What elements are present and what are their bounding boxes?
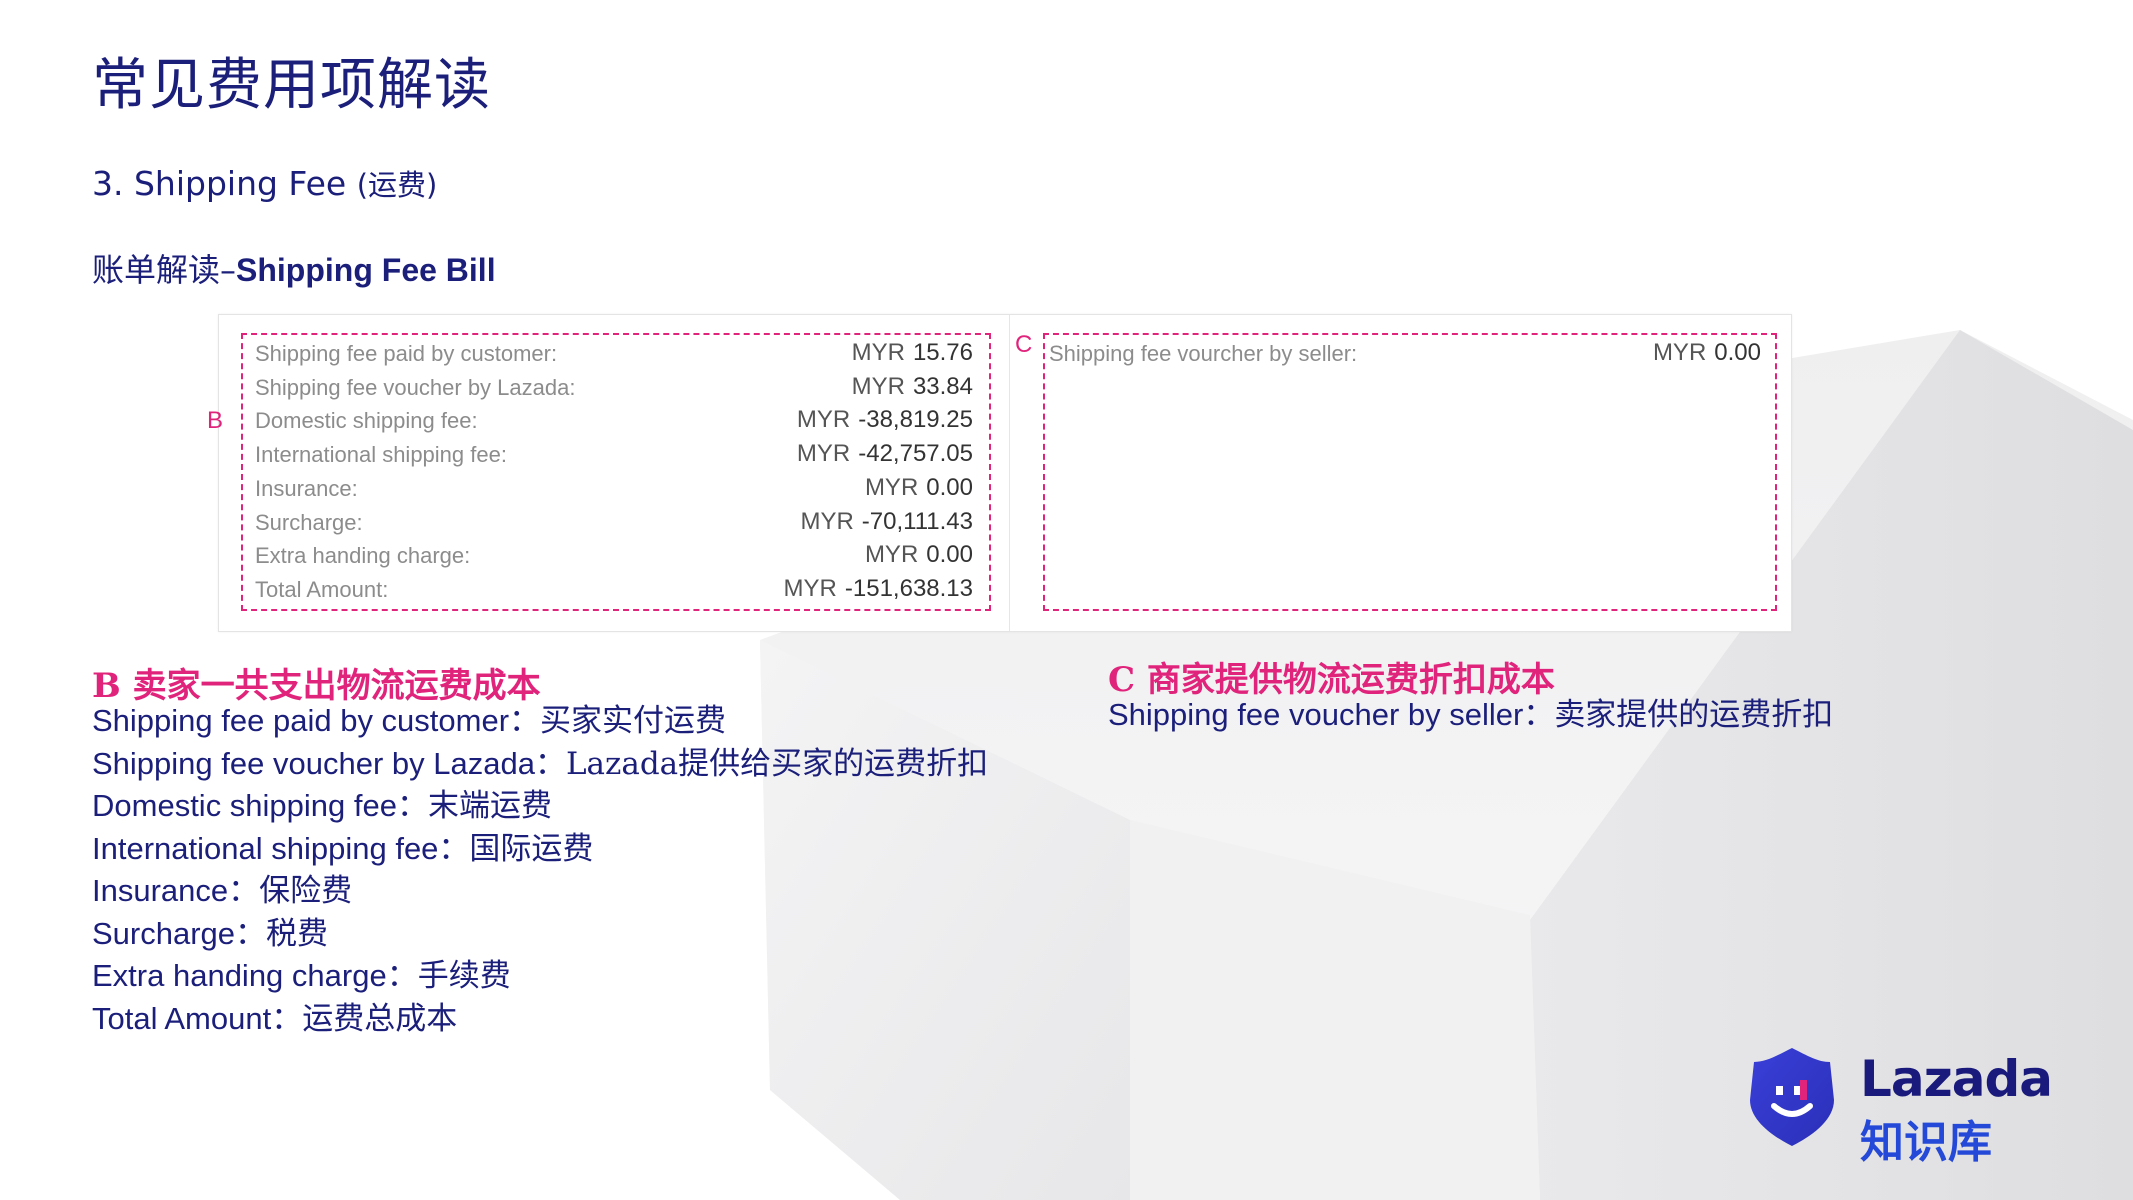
bill-row: Surcharge: MYR -70,111.43 [255,506,973,539]
currency-label: MYR [796,406,851,434]
term-zh: 保险费 [259,873,353,909]
list-item: International shipping fee：国际运费 [92,828,988,871]
term-en: Total Amount： [92,1000,303,1036]
term-en: Surcharge： [92,915,267,951]
bill-row-label: Extra handing charge: [255,543,471,569]
amount: 33.84 [912,372,973,400]
amount: 15.76 [912,339,973,366]
bill-row-label: International shipping fee: [255,442,507,468]
amount: -151,638.13 [844,574,973,602]
page-title: 常见费用项解读 [92,53,491,118]
bill-row: Shipping fee vourcher by seller: MYR 0.00 [1049,337,1761,370]
term-zh: 卖家提供的运费折扣 [1554,697,1834,733]
bill-row: International shipping fee: MYR -42,757.0… [255,438,973,471]
bill-row-total: Total Amount: MYR -151,638.13 [255,573,973,606]
term-en: International shipping fee： [92,830,470,866]
bill-row: Shipping fee paid by customer: MYR 15.76 [255,337,973,370]
bill-heading: 账单解读–Shipping Fee Bill [92,245,496,291]
term-en: Insurance： [92,873,260,908]
amount: 0.00 [1714,339,1761,366]
term-en: Shipping fee paid by customer： [92,703,541,738]
bill-heading-zh: 账单解读– [92,251,237,289]
bill-row-label: Domestic shipping fee: [255,408,478,434]
box-c-letter: C [1015,331,1033,358]
bill-box-c [1043,333,1777,611]
term-en: Extra handing charge： [92,958,418,993]
term-zh: 手续费 [417,958,511,994]
list-item: Extra handing charge：手续费 [92,955,988,998]
section-paren-label: (运费) [356,168,438,202]
bill-row-label: Shipping fee voucher by Lazada: [255,374,576,400]
bill-row-value: MYR 15.76 [852,339,973,367]
bill-row-value: MYR 0.00 [865,541,973,569]
currency-label: MYR [796,440,851,468]
amount: 0.00 [926,473,973,501]
section-title: 3. Shipping Fee (运费) [92,162,437,204]
list-item: Shipping fee paid by customer：买家实付运费 [92,700,988,743]
bill-row-label: Total Amount: [255,576,389,602]
logo-name: Lazada [1860,1050,2053,1108]
bill-heading-en: Shipping Fee Bill [236,252,496,288]
list-item: Shipping fee voucher by seller：卖家提供的运费折扣 [1108,694,1833,737]
currency-label: MYR [864,473,919,501]
bill-row-value: MYR 0.00 [865,474,973,502]
bill-row-value: MYR 0.00 [1653,339,1761,367]
amount: -38,819.25 [858,406,973,434]
term-en: Shipping fee voucher by seller： [1108,697,1555,732]
currency-label: MYR [783,574,837,602]
bill-row-value: MYR -42,757.05 [797,440,973,468]
list-item: Total Amount：运费总成本 [92,998,988,1041]
currency-label: MYR [1652,339,1707,366]
bill-row-label: Shipping fee paid by customer: [255,341,558,366]
currency-label: MYR [864,541,919,569]
list-item: Insurance：保险费 [92,870,988,913]
logo-subtitle: 知识库 [1860,1117,1992,1168]
shipping-fee-bill: B C Shipping fee paid by customer: MYR 15… [207,314,1792,632]
amount: 0.00 [926,541,973,569]
bill-row: Domestic shipping fee: MYR -38,819.25 [255,404,973,437]
list-item: Shipping fee voucher by Lazada：Lazada提供给… [92,743,988,786]
currency-label: MYR [851,339,905,366]
bill-divider [1009,315,1010,631]
amount: -70,111.43 [861,507,973,535]
list-item: Surcharge：税费 [92,913,988,956]
bill-row-value: MYR -151,638.13 [784,575,973,603]
currency-label: MYR [800,507,854,535]
term-zh: Lazada提供给买家的运费折扣 [565,745,989,782]
explanation-c-list: Shipping fee voucher by seller：卖家提供的运费折扣 [1108,694,1833,737]
bill-row: Shipping fee voucher by Lazada: MYR 33.84 [255,371,973,404]
bill-row-label: Insurance: [255,475,358,501]
section-number-label: 3. Shipping Fee [92,164,347,203]
bill-row: Insurance: MYR 0.00 [255,472,973,505]
term-zh: 运费总成本 [302,1000,458,1037]
explanation-b-list: Shipping fee paid by customer：买家实付运费 Shi… [92,700,988,1040]
term-zh: 国际运费 [469,830,594,867]
term-zh: 买家实付运费 [540,703,727,739]
bill-row-value: MYR 33.84 [852,373,973,401]
list-item: Domestic shipping fee：末端运费 [92,785,988,828]
lazada-heart-bag-icon [1750,1048,1834,1146]
term-zh: 税费 [266,915,329,952]
term-zh: 末端运费 [428,788,552,824]
term-en: Shipping fee voucher by Lazada： [92,745,566,781]
bill-row-label: Shipping fee vourcher by seller: [1049,341,1358,366]
box-b-letter: B [207,407,224,434]
bill-row-value: MYR -38,819.25 [797,406,973,434]
bill-row-label: Surcharge: [255,509,363,535]
bill-row-value: MYR -70,111.43 [800,508,973,536]
bill-row: Extra handing charge: MYR 0.00 [255,539,973,572]
currency-label: MYR [851,372,905,400]
amount: -42,757.05 [858,440,973,468]
term-en: Domestic shipping fee： [92,788,428,823]
